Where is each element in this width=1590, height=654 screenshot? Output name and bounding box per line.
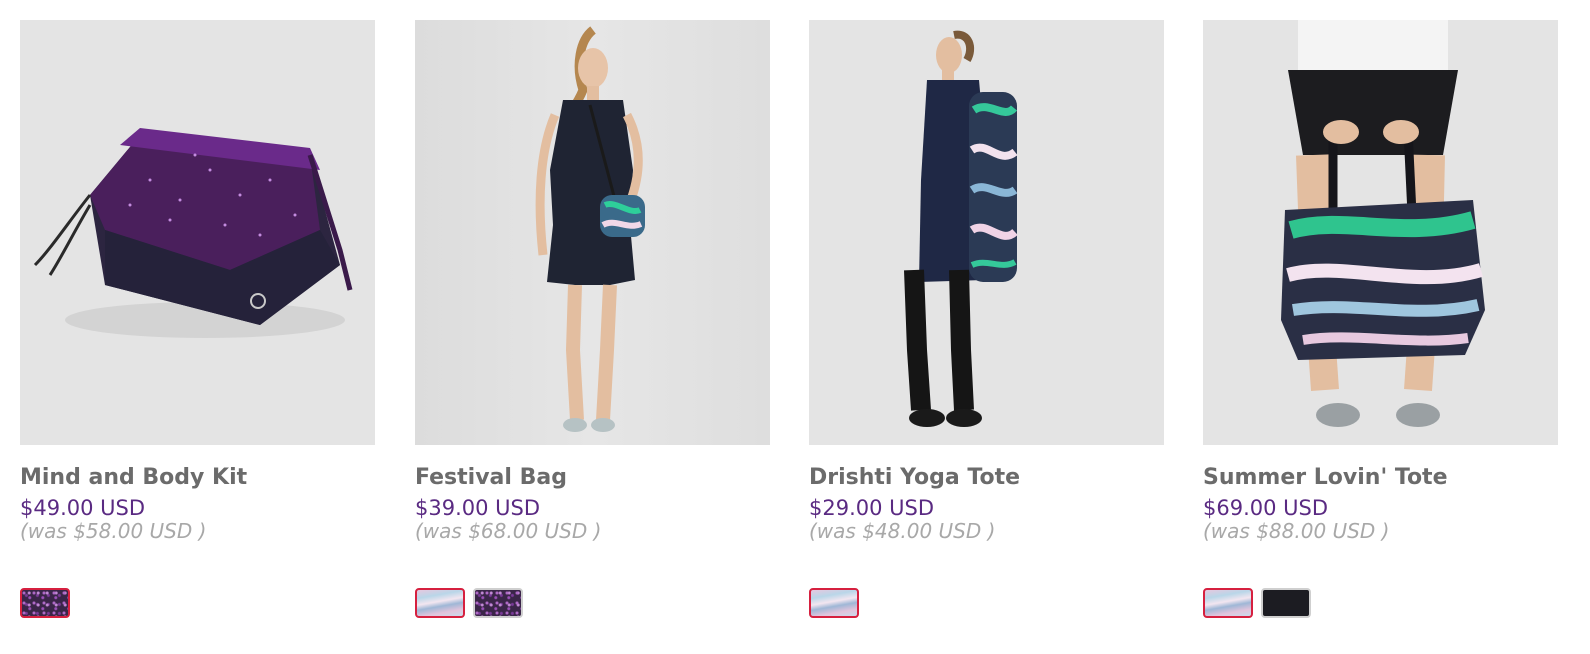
color-swatches — [809, 588, 859, 618]
sale-price: $69.00 USD — [1203, 496, 1329, 520]
original-price: (was $48.00 USD ) — [809, 519, 996, 543]
color-swatches — [1203, 588, 1311, 618]
product-card: Mind and Body Kit $49.00 USD (was $58.00… — [20, 20, 375, 618]
model-with-crossbody-bag-image — [415, 20, 770, 445]
product-name[interactable]: Summer Lovin' Tote — [1203, 465, 1590, 491]
original-price: (was $58.00 USD ) — [20, 519, 207, 543]
sale-price: $39.00 USD — [415, 496, 541, 520]
sale-price: $49.00 USD — [20, 496, 146, 520]
product-name[interactable]: Mind and Body Kit — [20, 465, 375, 491]
color-swatch-sparkle-purple[interactable] — [473, 588, 523, 618]
color-swatch-print-multi[interactable] — [415, 588, 465, 618]
color-swatch-sparkle-purple[interactable] — [20, 588, 70, 618]
product-image[interactable] — [20, 20, 375, 445]
product-name[interactable]: Festival Bag — [415, 465, 770, 491]
sale-price: $29.00 USD — [809, 496, 935, 520]
purple-sparkle-pouch-image — [20, 20, 375, 445]
product-image[interactable] — [415, 20, 770, 445]
product-grid: Mind and Body Kit $49.00 USD (was $58.00… — [0, 0, 1590, 654]
product-card: Drishti Yoga Tote $29.00 USD (was $48.00… — [809, 20, 1164, 618]
product-image[interactable] — [809, 20, 1164, 445]
product-card: Festival Bag $39.00 USD (was $68.00 USD … — [415, 20, 770, 618]
model-with-yoga-tote-image — [809, 20, 1164, 445]
product-name[interactable]: Drishti Yoga Tote — [809, 465, 1164, 491]
color-swatches — [20, 588, 70, 618]
color-swatches — [415, 588, 523, 618]
color-swatch-print-multi[interactable] — [1203, 588, 1253, 618]
model-holding-tote-image — [1203, 20, 1558, 445]
original-price: (was $88.00 USD ) — [1203, 519, 1390, 543]
product-card: Summer Lovin' Tote $69.00 USD (was $88.0… — [1203, 20, 1590, 618]
product-image[interactable] — [1203, 20, 1558, 445]
original-price: (was $68.00 USD ) — [415, 519, 602, 543]
color-swatch-print-multi[interactable] — [809, 588, 859, 618]
color-swatch-solid-black[interactable] — [1261, 588, 1311, 618]
